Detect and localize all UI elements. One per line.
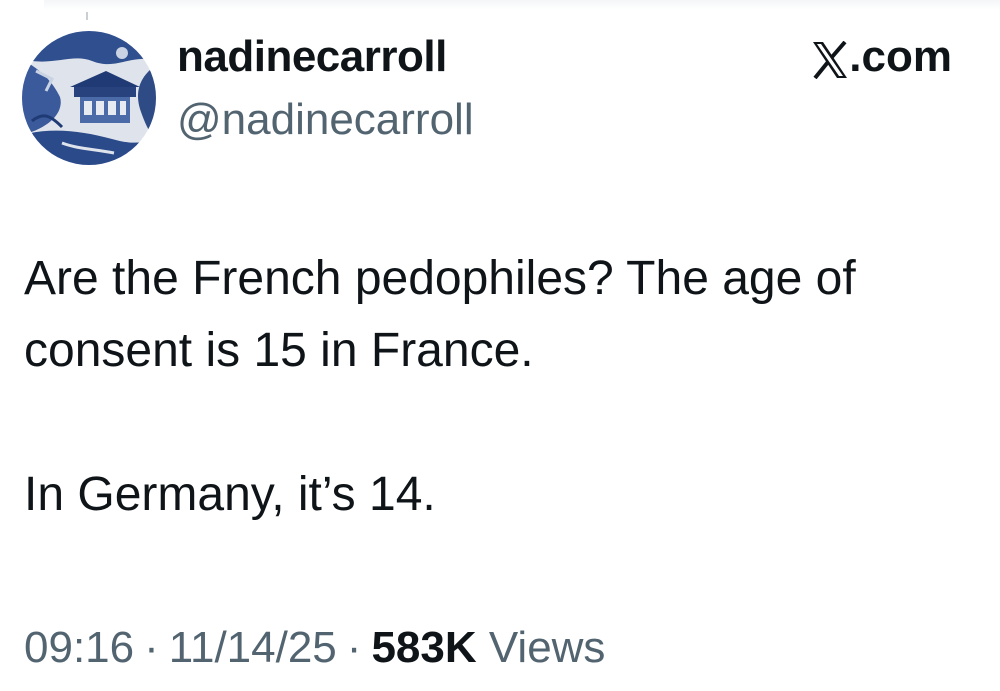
top-edge-mark [86,12,88,20]
top-divider [44,0,1000,10]
meta-separator: · [346,623,362,672]
brand-logo: .com [812,30,952,84]
tweet-date[interactable]: 11/14/25 [169,623,337,672]
tweet-text: Are the French pedophiles? The age of co… [24,243,964,531]
views-label: Views [488,623,606,672]
brand-label: .com [849,32,952,81]
tweet-paragraph: In Germany, it’s 14. [24,468,436,521]
tweet-metadata: 09:16 · 11/14/25 · 583K Views [24,621,605,675]
meta-separator: · [144,623,159,672]
avatar[interactable] [22,31,156,165]
author-handle[interactable]: @nadinecarroll [177,93,474,147]
tweet-time[interactable]: 09:16 [24,623,134,672]
x-logo-icon [812,38,848,80]
tweet-paragraph: Are the French pedophiles? The age of co… [24,252,856,377]
author-display-name[interactable]: nadinecarroll [177,30,447,84]
avatar-image-icon [22,31,156,165]
views-count: 583K [371,623,477,672]
